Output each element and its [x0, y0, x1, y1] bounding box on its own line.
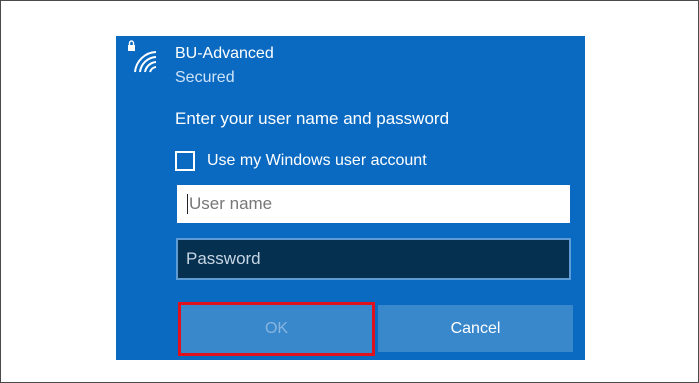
credentials-prompt: Enter your user name and password: [175, 109, 450, 128]
password-placeholder: Password: [186, 249, 261, 268]
cancel-button-label: Cancel: [450, 319, 501, 337]
ok-button[interactable]: OK: [181, 305, 372, 353]
username-placeholder: User name: [189, 194, 273, 213]
secured-wifi-icon: [128, 40, 157, 73]
username-input[interactable]: User name: [177, 185, 570, 223]
windows-account-label: Use my Windows user account: [207, 152, 427, 169]
text-caret: [187, 194, 188, 214]
network-name: BU-Advanced: [175, 45, 274, 62]
password-input[interactable]: Password: [176, 238, 571, 280]
network-status: Secured: [175, 69, 235, 86]
ok-button-label: OK: [264, 320, 289, 337]
cancel-button[interactable]: Cancel: [378, 305, 573, 352]
windows-account-option[interactable]: Use my Windows user account: [175, 149, 427, 173]
windows-account-checkbox[interactable]: [175, 151, 195, 171]
